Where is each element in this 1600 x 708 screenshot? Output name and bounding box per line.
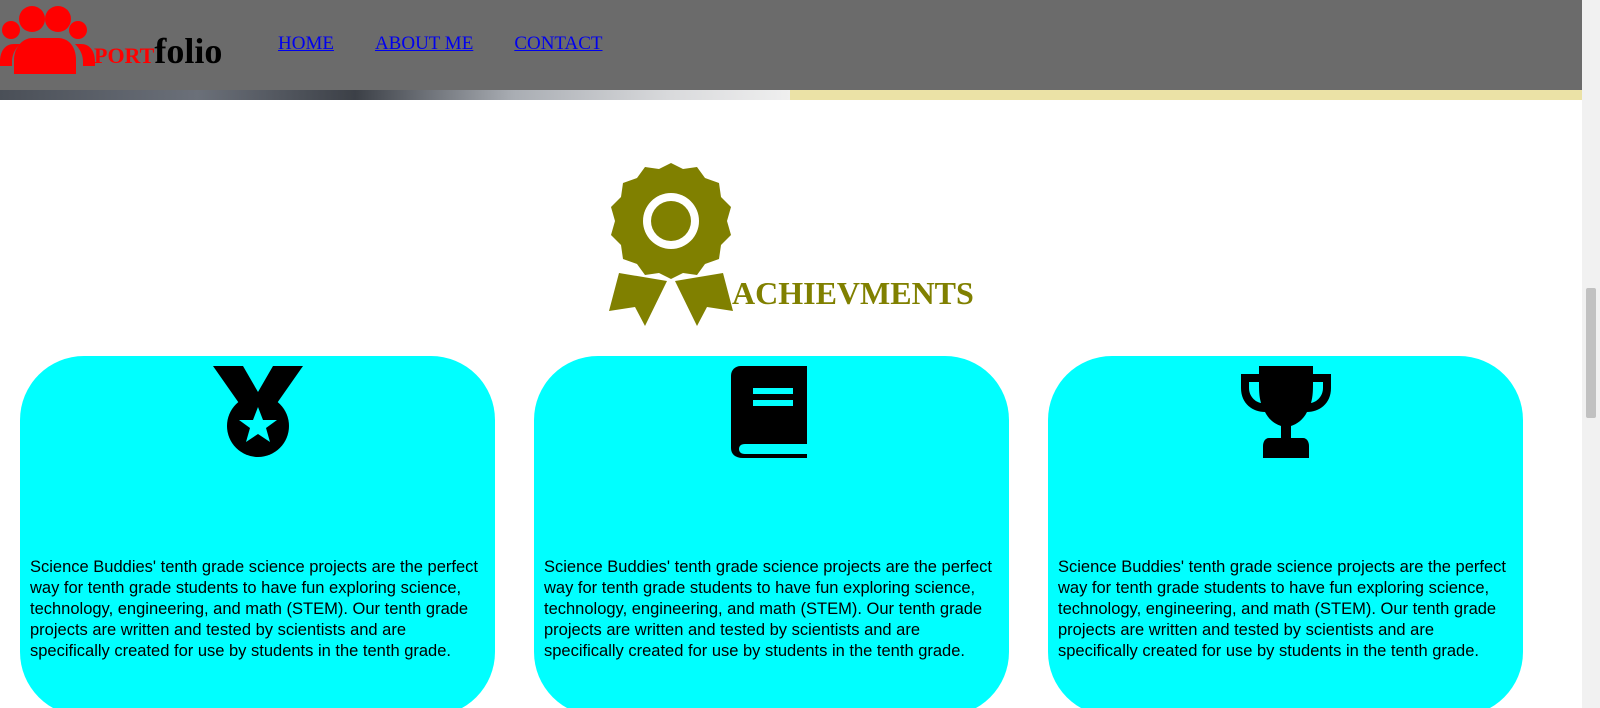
section-title: ACHIEVMENTS [732, 275, 974, 311]
vertical-scrollbar[interactable] [1582, 0, 1600, 708]
card-description: Science Buddies' tenth grade science pro… [1058, 558, 1506, 660]
achievement-card: Science Buddies' tenth grade science pro… [534, 356, 1009, 708]
card-description: Science Buddies' tenth grade science pro… [30, 558, 478, 660]
scrollbar-thumb[interactable] [1586, 288, 1596, 418]
trophy-icon [1240, 366, 1331, 458]
nav-link-home[interactable]: HOME [278, 33, 334, 55]
book-icon [730, 366, 807, 458]
achievement-card: Science Buddies' tenth grade science pro… [1048, 356, 1523, 708]
award-ribbon-icon [609, 163, 733, 326]
site-header: PORTfolio HOME ABOUT ME CONTACT [0, 0, 1582, 90]
card-description: Science Buddies' tenth grade science pro… [544, 558, 992, 660]
nav-link-contact[interactable]: CONTACT [514, 33, 602, 55]
medal-icon [212, 366, 303, 457]
users-icon [0, 6, 95, 74]
brand-prefix: PORT [94, 43, 155, 68]
nav-link-about-me[interactable]: ABOUT ME [375, 33, 473, 55]
main-nav: HOME ABOUT ME CONTACT [278, 33, 603, 55]
brand-name[interactable]: PORTfolio [94, 30, 222, 72]
brand-suffix: folio [154, 31, 223, 71]
achievement-card: Science Buddies' tenth grade science pro… [20, 356, 495, 708]
